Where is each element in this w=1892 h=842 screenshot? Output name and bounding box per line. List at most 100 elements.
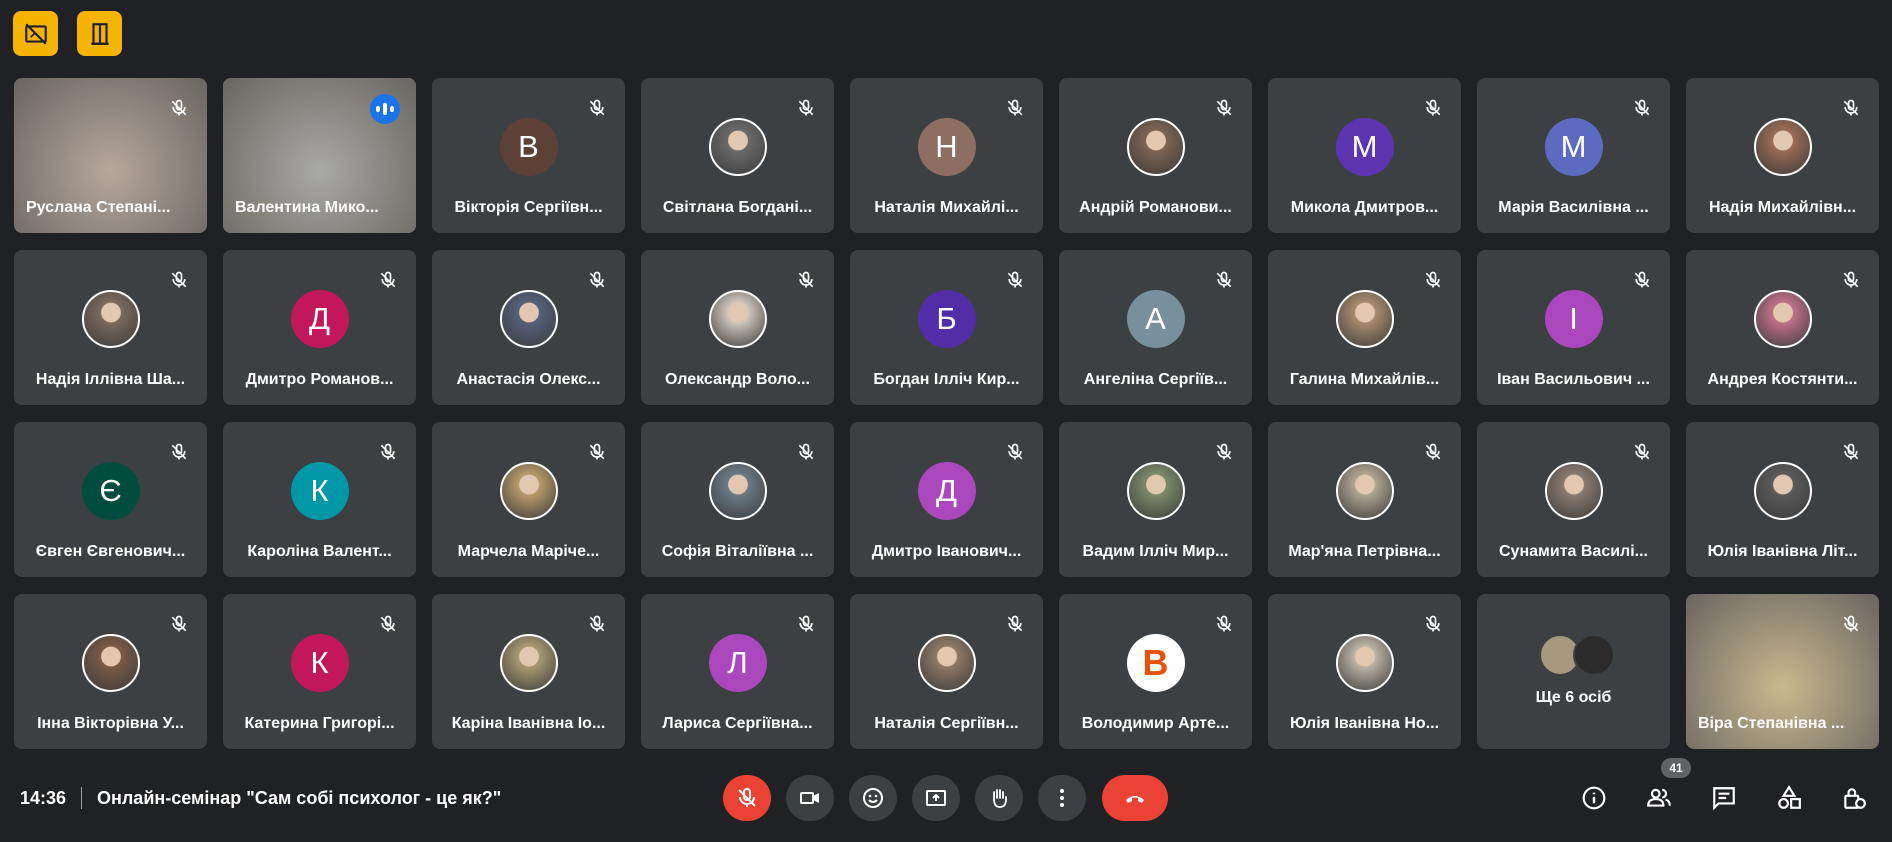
participant-tile[interactable]: Наталія Сергіївн... (850, 594, 1043, 749)
participant-tile[interactable]: Н Наталія Михайлі... (850, 78, 1043, 233)
hang-up-icon (1126, 796, 1144, 803)
mic-toggle-button[interactable] (723, 775, 771, 821)
participant-tile[interactable]: Вадим Ілліч Мир... (1059, 422, 1252, 577)
participant-tile[interactable]: Софія Віталіївна ... (641, 422, 834, 577)
video-off-button[interactable] (13, 11, 58, 56)
participant-tile[interactable]: Марчела Маріче... (432, 422, 625, 577)
mic-muted-icon (169, 270, 189, 290)
participant-tile[interactable]: М Марія Василівна ... (1477, 78, 1670, 233)
meeting-title: Онлайн-семінар "Сам собі психолог - це я… (97, 788, 502, 808)
raise-hand-icon (993, 789, 1007, 808)
mic-muted-icon (1841, 614, 1861, 634)
mic-muted-icon (1632, 98, 1652, 118)
participant-name: Ангеліна Сергіїв... (1083, 371, 1228, 388)
participant-tile[interactable]: Л Лариса Сергіївна... (641, 594, 834, 749)
participant-name: Галина Михайлів... (1289, 371, 1440, 388)
participant-name: Світлана Богдані... (662, 199, 813, 216)
avatar (1753, 461, 1812, 520)
participant-tile[interactable]: К Кароліна Валент... (223, 422, 416, 577)
participant-tile[interactable]: Ще 6 осіб (1477, 594, 1670, 749)
participant-name: Юлія Іванівна Літ... (1707, 543, 1858, 560)
participant-tile[interactable]: Анастасія Олекс... (432, 250, 625, 405)
video-off-icon (24, 22, 47, 45)
participant-tile[interactable]: Юлія Іванівна Літ... (1686, 422, 1879, 577)
avatar (499, 289, 558, 348)
info-button[interactable] (1571, 775, 1617, 821)
participant-name: Наталія Сергіївн... (874, 715, 1019, 732)
participant-tile[interactable]: Андрея Костянти... (1686, 250, 1879, 405)
participant-tile[interactable]: В Вікторія Сергіївн... (432, 78, 625, 233)
participant-name: Марчела Маріче... (457, 543, 600, 560)
mic-muted-icon (587, 442, 607, 462)
participant-tile[interactable]: Д Дмитро Іванович... (850, 422, 1043, 577)
participant-name: Мар'яна Петрівна... (1288, 543, 1441, 560)
participant-tile[interactable]: Є Євген Євгенович... (14, 422, 207, 577)
avatar (1335, 461, 1394, 520)
avatar (1126, 461, 1185, 520)
avatar: М (1544, 117, 1603, 176)
participant-tile[interactable]: Юлія Іванівна Но... (1268, 594, 1461, 749)
participant-tile[interactable]: Надія Іллівна Ша... (14, 250, 207, 405)
chat-icon (1713, 787, 1735, 811)
participant-name: Микола Дмитров... (1290, 199, 1439, 216)
participant-tile[interactable]: І Іван Васильович ... (1477, 250, 1670, 405)
participant-name: Лариса Сергіївна... (662, 715, 813, 732)
mic-muted-icon (1423, 270, 1443, 290)
participant-name: Андрій Романови... (1079, 199, 1232, 216)
present-button[interactable] (912, 775, 960, 821)
activities-button[interactable] (1766, 775, 1812, 821)
participant-name: Андрея Костянти... (1707, 371, 1858, 388)
participant-tile[interactable]: Світлана Богдані... (641, 78, 834, 233)
camera-icon (800, 792, 819, 804)
participant-tile[interactable]: Руслана Степані... (14, 78, 207, 233)
participant-name: Вікторія Сергіївн... (454, 199, 603, 216)
participant-tile[interactable]: B Володимир Арте... (1059, 594, 1252, 749)
mic-muted-icon (378, 614, 398, 634)
camera-toggle-button[interactable] (786, 775, 834, 821)
participant-tile[interactable]: Надія Михайлівн... (1686, 78, 1879, 233)
mic-muted-icon (1214, 614, 1234, 634)
participant-tile[interactable]: К Катерина Григорі... (223, 594, 416, 749)
participant-tile[interactable]: М Микола Дмитров... (1268, 78, 1461, 233)
participant-tile[interactable]: Інна Вікторівна У... (14, 594, 207, 749)
avatar: Д (290, 289, 349, 348)
people-button[interactable] (1636, 775, 1682, 821)
avatar (708, 461, 767, 520)
door-button[interactable] (77, 11, 122, 56)
avatar: Є (81, 461, 140, 520)
participant-name: Сунамита Василі... (1499, 543, 1648, 560)
emoji-button[interactable] (849, 775, 897, 821)
more-options-icon (1060, 789, 1064, 807)
participant-tile[interactable]: Мар'яна Петрівна... (1268, 422, 1461, 577)
participant-name: Руслана Степані... (26, 199, 171, 216)
hang-up-button[interactable] (1102, 775, 1168, 821)
participant-tile[interactable]: Б Богдан Ілліч Кир... (850, 250, 1043, 405)
chat-button[interactable] (1701, 775, 1747, 821)
avatar (1335, 289, 1394, 348)
more-options-button[interactable] (1038, 775, 1086, 821)
participant-tile[interactable]: Валентина Мико... (223, 78, 416, 233)
avatar (708, 289, 767, 348)
participant-tile[interactable]: Галина Михайлів... (1268, 250, 1461, 405)
participant-tile[interactable]: Каріна Іванівна Іо... (432, 594, 625, 749)
participant-name: Володимир Арте... (1081, 715, 1230, 732)
participant-tile[interactable]: Д Дмитро Романов... (223, 250, 416, 405)
participant-tile[interactable]: Андрій Романови... (1059, 78, 1252, 233)
mic-muted-icon (378, 270, 398, 290)
participant-tile[interactable]: Олександр Воло... (641, 250, 834, 405)
avatar (499, 461, 558, 520)
host-controls-button[interactable] (1831, 775, 1877, 821)
participant-name: Катерина Григорі... (244, 715, 395, 732)
participant-name: Каріна Іванівна Іо... (451, 715, 606, 732)
mic-muted-icon (1005, 442, 1025, 462)
mic-muted-icon (1005, 270, 1025, 290)
participant-name: Євген Євгенович... (35, 543, 186, 560)
participant-tile[interactable]: Сунамита Василі... (1477, 422, 1670, 577)
raise-hand-button[interactable] (975, 775, 1023, 821)
mic-off-icon (738, 788, 756, 807)
participant-tile[interactable]: Віра Степанівна ... (1686, 594, 1879, 749)
avatar (708, 117, 767, 176)
mic-muted-icon (1841, 270, 1861, 290)
participant-tile[interactable]: А Ангеліна Сергіїв... (1059, 250, 1252, 405)
bottom-bar: 14:36 Онлайн-семінар "Сам собі психолог … (0, 758, 1892, 842)
